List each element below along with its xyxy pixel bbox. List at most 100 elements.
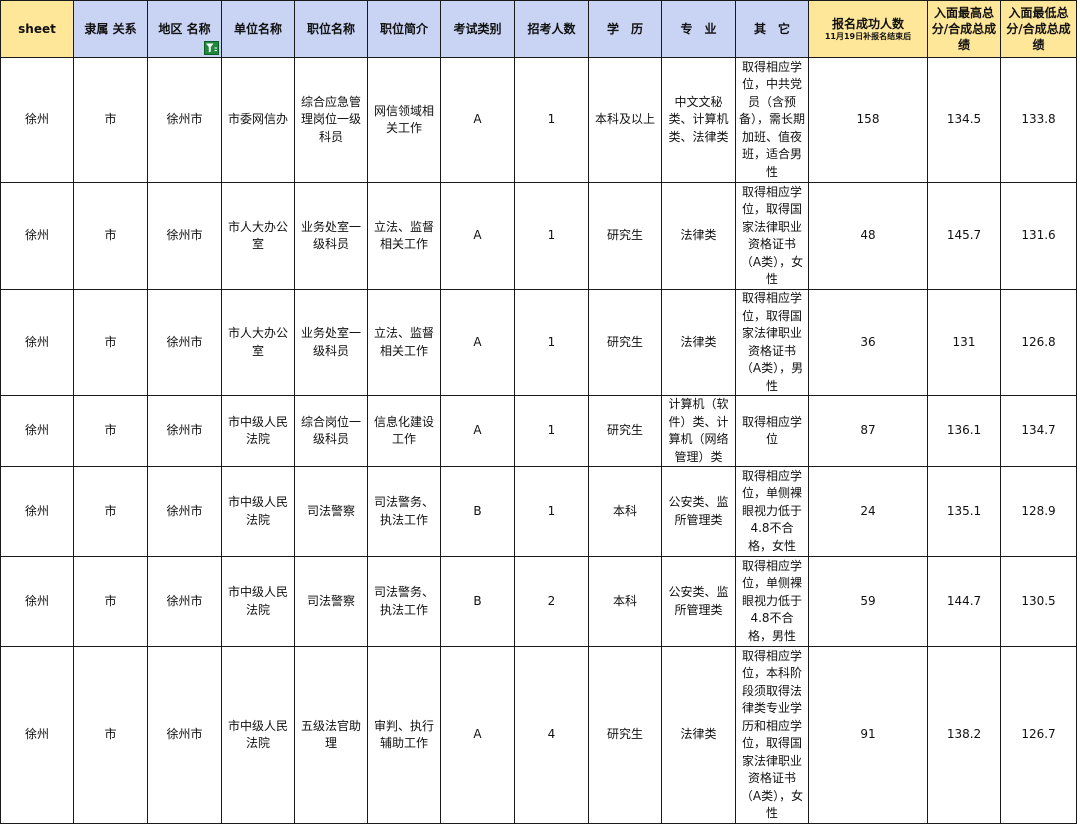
cell-education[interactable]: 本科 — [588, 466, 662, 557]
cell-exam-type[interactable]: A — [440, 57, 515, 183]
cell-recruit-count[interactable]: 1 — [514, 466, 589, 557]
cell-max-score[interactable]: 131 — [927, 289, 1001, 396]
header-max-score[interactable]: 入面最高总分/合成总成绩 — [927, 0, 1001, 58]
cell-education[interactable]: 研究生 — [588, 395, 662, 467]
cell-position[interactable]: 业务处室一级科员 — [294, 289, 368, 396]
cell-region[interactable]: 徐州市 — [147, 556, 222, 647]
cell-intro[interactable]: 信息化建设工作 — [367, 395, 441, 467]
cell-exam-type[interactable]: A — [440, 395, 515, 467]
cell-major[interactable]: 计算机（软件）类、计算机（网络管理）类 — [661, 395, 736, 467]
cell-other[interactable]: 取得相应学位，中共党员（含预备），需长期加班、值夜班，适合男性 — [735, 57, 809, 183]
cell-min-score[interactable]: 131.6 — [1000, 182, 1077, 290]
cell-recruit-count[interactable]: 1 — [514, 57, 589, 183]
header-affiliation[interactable]: 隶属 关系 — [73, 0, 148, 58]
cell-major[interactable]: 中文文秘类、计算机类、法律类 — [661, 57, 736, 183]
cell-education[interactable]: 本科 — [588, 556, 662, 647]
cell-unit[interactable]: 市中级人民法院 — [221, 395, 295, 467]
cell-sheet[interactable]: 徐州 — [0, 466, 74, 557]
cell-unit[interactable]: 市人大办公室 — [221, 182, 295, 290]
cell-applicants[interactable]: 48 — [808, 182, 928, 290]
cell-major[interactable]: 公安类、监所管理类 — [661, 466, 736, 557]
cell-affiliation[interactable]: 市 — [73, 466, 148, 557]
header-major[interactable]: 专 业 — [661, 0, 736, 58]
cell-recruit-count[interactable]: 4 — [514, 646, 589, 824]
cell-major[interactable]: 法律类 — [661, 646, 736, 824]
cell-min-score[interactable]: 126.8 — [1000, 289, 1077, 396]
cell-recruit-count[interactable]: 1 — [514, 395, 589, 467]
cell-intro[interactable]: 司法警务、执法工作 — [367, 556, 441, 647]
cell-region[interactable]: 徐州市 — [147, 646, 222, 824]
cell-exam-type[interactable]: A — [440, 289, 515, 396]
cell-recruit-count[interactable]: 1 — [514, 289, 589, 396]
cell-sheet[interactable]: 徐州 — [0, 57, 74, 183]
header-other[interactable]: 其 它 — [735, 0, 809, 58]
cell-major[interactable]: 公安类、监所管理类 — [661, 556, 736, 647]
cell-position[interactable]: 司法警察 — [294, 556, 368, 647]
cell-exam-type[interactable]: A — [440, 182, 515, 290]
cell-unit[interactable]: 市人大办公室 — [221, 289, 295, 396]
cell-affiliation[interactable]: 市 — [73, 289, 148, 396]
cell-education[interactable]: 研究生 — [588, 289, 662, 396]
cell-max-score[interactable]: 136.1 — [927, 395, 1001, 467]
cell-recruit-count[interactable]: 1 — [514, 182, 589, 290]
cell-applicants[interactable]: 36 — [808, 289, 928, 396]
cell-other[interactable]: 取得相应学位，单侧裸眼视力低于4.8不合格，男性 — [735, 556, 809, 647]
cell-education[interactable]: 本科及以上 — [588, 57, 662, 183]
cell-applicants[interactable]: 158 — [808, 57, 928, 183]
cell-recruit-count[interactable]: 2 — [514, 556, 589, 647]
cell-applicants[interactable]: 91 — [808, 646, 928, 824]
cell-affiliation[interactable]: 市 — [73, 646, 148, 824]
cell-affiliation[interactable]: 市 — [73, 556, 148, 647]
cell-exam-type[interactable]: A — [440, 646, 515, 824]
header-exam-type[interactable]: 考试类别 — [440, 0, 515, 58]
header-education[interactable]: 学 历 — [588, 0, 662, 58]
cell-major[interactable]: 法律类 — [661, 182, 736, 290]
cell-position[interactable]: 五级法官助理 — [294, 646, 368, 824]
cell-other[interactable]: 取得相应学位，单侧裸眼视力低于4.8不合格，女性 — [735, 466, 809, 557]
cell-unit[interactable]: 市中级人民法院 — [221, 466, 295, 557]
cell-max-score[interactable]: 144.7 — [927, 556, 1001, 647]
header-recruit-count[interactable]: 招考人数 — [514, 0, 589, 58]
cell-position[interactable]: 综合岗位一级科员 — [294, 395, 368, 467]
cell-region[interactable]: 徐州市 — [147, 57, 222, 183]
cell-position[interactable]: 综合应急管理岗位一级科员 — [294, 57, 368, 183]
cell-min-score[interactable]: 133.8 — [1000, 57, 1077, 183]
cell-applicants[interactable]: 24 — [808, 466, 928, 557]
cell-min-score[interactable]: 126.7 — [1000, 646, 1077, 824]
cell-unit[interactable]: 市委网信办 — [221, 57, 295, 183]
cell-other[interactable]: 取得相应学位 — [735, 395, 809, 467]
header-region[interactable]: 地区 名称 — [147, 0, 222, 58]
cell-education[interactable]: 研究生 — [588, 182, 662, 290]
cell-intro[interactable]: 司法警务、执法工作 — [367, 466, 441, 557]
cell-affiliation[interactable]: 市 — [73, 57, 148, 183]
cell-applicants[interactable]: 87 — [808, 395, 928, 467]
cell-applicants[interactable]: 59 — [808, 556, 928, 647]
header-unit[interactable]: 单位名称 — [221, 0, 295, 58]
cell-min-score[interactable]: 134.7 — [1000, 395, 1077, 467]
cell-other[interactable]: 取得相应学位，取得国家法律职业资格证书（A类），女性 — [735, 182, 809, 290]
cell-max-score[interactable]: 134.5 — [927, 57, 1001, 183]
cell-region[interactable]: 徐州市 — [147, 289, 222, 396]
cell-intro[interactable]: 审判、执行辅助工作 — [367, 646, 441, 824]
cell-sheet[interactable]: 徐州 — [0, 182, 74, 290]
header-min-score[interactable]: 入面最低总分/合成总成绩 — [1000, 0, 1077, 58]
cell-max-score[interactable]: 138.2 — [927, 646, 1001, 824]
cell-position[interactable]: 业务处室一级科员 — [294, 182, 368, 290]
cell-max-score[interactable]: 145.7 — [927, 182, 1001, 290]
cell-other[interactable]: 取得相应学位，本科阶段须取得法律类专业学历和相应学位，取得国家法律职业资格证书（… — [735, 646, 809, 824]
cell-affiliation[interactable]: 市 — [73, 395, 148, 467]
cell-exam-type[interactable]: B — [440, 556, 515, 647]
cell-sheet[interactable]: 徐州 — [0, 556, 74, 647]
cell-intro[interactable]: 网信领域相关工作 — [367, 57, 441, 183]
header-position[interactable]: 职位名称 — [294, 0, 368, 58]
cell-position[interactable]: 司法警察 — [294, 466, 368, 557]
cell-exam-type[interactable]: B — [440, 466, 515, 557]
cell-region[interactable]: 徐州市 — [147, 395, 222, 467]
cell-intro[interactable]: 立法、监督相关工作 — [367, 182, 441, 290]
filter-icon[interactable] — [204, 41, 219, 55]
cell-region[interactable]: 徐州市 — [147, 182, 222, 290]
cell-sheet[interactable]: 徐州 — [0, 395, 74, 467]
cell-sheet[interactable]: 徐州 — [0, 646, 74, 824]
cell-intro[interactable]: 立法、监督相关工作 — [367, 289, 441, 396]
header-applicants[interactable]: 报名成功人数 11月19日补报名结束后 — [808, 0, 928, 58]
